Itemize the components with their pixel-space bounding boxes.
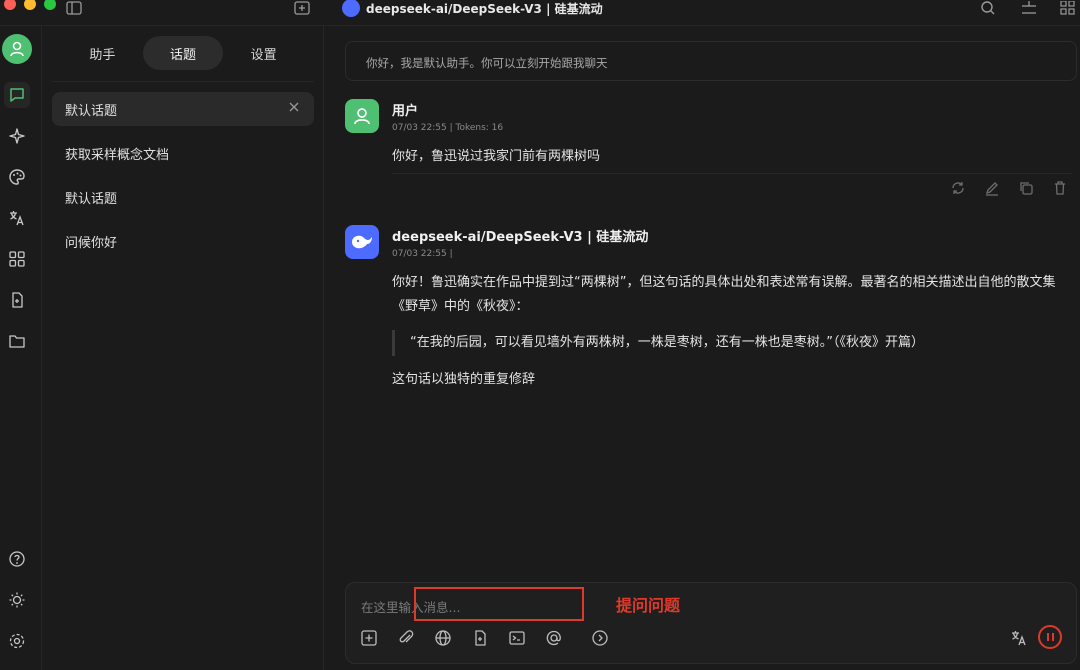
topic-item[interactable]: 问候你好 (52, 224, 314, 258)
topic-label: 问候你好 (65, 235, 118, 251)
message-text: 你好，鲁迅说过我家门前有两棵树吗 (392, 149, 601, 164)
topics-sidebar: 助手 话题 设置 默认话题 获取采样概念文档 默认话题 问候你好 (42, 26, 324, 670)
sidebar-tabs: 助手 话题 设置 (52, 36, 314, 72)
message-actions (950, 180, 1068, 200)
close-window-button[interactable] (4, 0, 16, 10)
topic-item[interactable]: 默认话题 (52, 92, 314, 126)
deepseek-whale-icon (345, 225, 379, 259)
deepseek-logo-icon (342, 0, 360, 17)
apps-grid-icon[interactable] (4, 246, 30, 272)
document-icon[interactable] (4, 287, 30, 313)
delete-icon[interactable] (1052, 180, 1068, 200)
sparkle-icon[interactable] (4, 123, 30, 149)
settings-gear-icon[interactable] (4, 628, 30, 654)
message-paragraph: 你好！鲁迅确实在作品中提到过“两棵树”，但这句话的具体出处和表述常有误解。最著名… (392, 275, 1056, 314)
apps-icon[interactable] (1060, 0, 1076, 19)
topic-label: 获取采样概念文档 (65, 147, 170, 163)
window-title: deepseek-ai/DeepSeek-V3 | 硅基流动 (342, 0, 603, 17)
topic-label: 默认话题 (65, 103, 118, 119)
new-topic-icon[interactable] (294, 0, 310, 19)
mention-icon[interactable] (543, 627, 565, 649)
close-icon[interactable] (288, 101, 300, 117)
left-rail (0, 26, 42, 670)
palette-icon[interactable] (4, 164, 30, 190)
tab-assistant[interactable]: 助手 (62, 36, 143, 70)
annotation-highlight-box (414, 587, 584, 621)
window-title-text: deepseek-ai/DeepSeek-V3 | 硅基流动 (366, 1, 603, 16)
expand-icon[interactable] (589, 627, 611, 649)
message-author: deepseek-ai/DeepSeek-V3 | 硅基流动 (392, 230, 649, 245)
message-meta: 07/03 22:55 | Tokens: 16 (392, 123, 504, 133)
folder-icon[interactable] (4, 328, 30, 354)
message-author: 用户 (392, 104, 419, 119)
stop-generation-button[interactable] (1038, 625, 1062, 649)
toggle-sidebar-icon[interactable] (66, 0, 82, 19)
topic-label: 默认话题 (65, 191, 118, 207)
minimize-window-button[interactable] (24, 0, 36, 10)
assistant-greeting: 你好，我是默认助手。你可以立刻开始跟我聊天 (345, 41, 1077, 81)
message-divider (392, 173, 1072, 174)
message-quote: “在我的后园，可以看见墙外有两株树，一株是枣树，还有一株也是枣树。”（《秋夜》开… (392, 330, 1072, 356)
topic-item[interactable]: 默认话题 (52, 180, 314, 214)
translate-icon[interactable] (1008, 627, 1030, 649)
new-topic-icon[interactable] (358, 627, 380, 649)
chat-icon[interactable] (4, 82, 30, 108)
globe-icon[interactable] (432, 627, 454, 649)
layout-icon[interactable] (1020, 0, 1038, 19)
message-paragraph: 这句话以独特的重复修辞 (392, 372, 536, 387)
edit-icon[interactable] (984, 180, 1000, 200)
topic-item[interactable]: 获取采样概念文档 (52, 136, 314, 170)
translate-icon[interactable] (4, 205, 30, 231)
tabs-divider (52, 81, 314, 82)
user-avatar[interactable] (2, 34, 32, 64)
message-meta: 07/03 22:55 | (392, 249, 453, 259)
tab-settings[interactable]: 设置 (223, 36, 304, 70)
message-input-box[interactable]: 在这里输入消息... 提问问题 (345, 582, 1077, 664)
tab-topics[interactable]: 话题 (142, 36, 224, 70)
window-controls (4, 0, 56, 10)
regenerate-icon[interactable] (950, 180, 966, 200)
attachment-icon[interactable] (395, 627, 417, 649)
theme-icon[interactable] (4, 587, 30, 613)
chat-panel: 你好，我是默认助手。你可以立刻开始跟我聊天 用户 07/03 22:55 | T… (325, 26, 1080, 670)
knowledge-base-icon[interactable] (469, 627, 491, 649)
copy-icon[interactable] (1018, 180, 1034, 200)
user-avatar-icon (345, 99, 379, 133)
terminal-icon[interactable] (506, 627, 528, 649)
search-icon[interactable] (980, 0, 996, 19)
help-icon[interactable] (4, 546, 30, 572)
annotation-label: 提问问题 (616, 596, 681, 615)
title-bar: deepseek-ai/DeepSeek-V3 | 硅基流动 (0, 0, 1080, 26)
maximize-window-button[interactable] (44, 0, 56, 10)
